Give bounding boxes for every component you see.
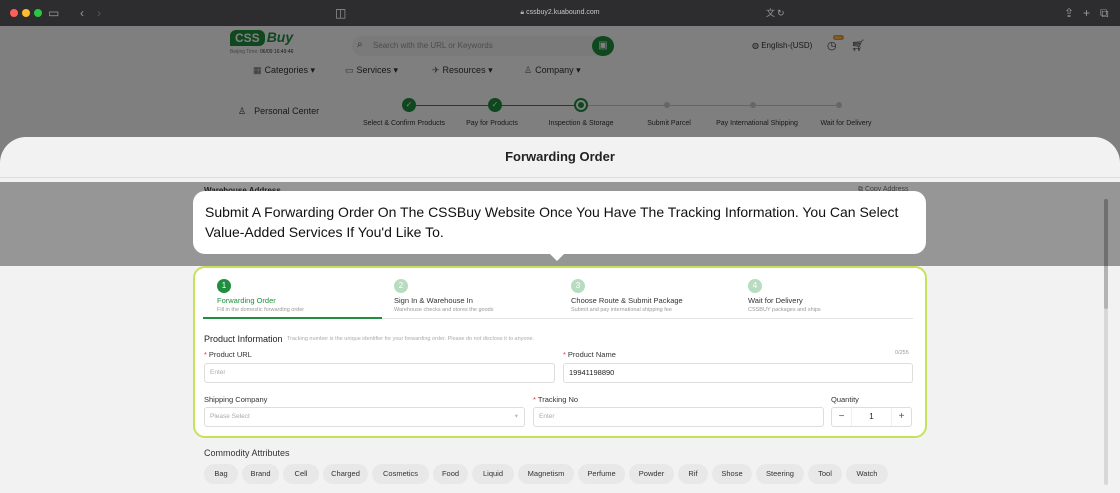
tracking-no-input[interactable]: Enter (533, 407, 824, 427)
step-description: Fill in the domestic forwarding order (217, 307, 305, 313)
step-description: Submit and pay international shipping fe… (571, 307, 672, 313)
form-step-4: 4 Wait for Delivery CSSBUY packages and … (748, 279, 918, 313)
forwarding-form-card: 1 Forwarding Order Fill in the domestic … (193, 266, 927, 438)
required-mark: * (204, 350, 207, 359)
product-name-input[interactable]: 19941198890 (563, 363, 913, 383)
step-number: 3 (571, 279, 585, 293)
form-step-3: 3 Choose Route & Submit Package Submit a… (571, 279, 741, 313)
tooltip-text: Submit A Forwarding Order On The CSSBuy … (205, 204, 899, 240)
minus-icon[interactable]: − (832, 408, 852, 426)
commodity-chip[interactable]: Powder (629, 464, 674, 484)
step-description: CSSBUY packages and ships (748, 307, 821, 313)
commodity-chip[interactable]: Rif (678, 464, 708, 484)
commodity-chip[interactable]: Steering (756, 464, 804, 484)
browser-toolbar: ▭ ‹ › ◫ 🔒︎ cssbuy2.kuabound.com 文 ↻ ⇪ + ⧉ (0, 0, 1120, 26)
reload-icon[interactable]: ↻ (777, 5, 785, 21)
modal-divider (0, 177, 1120, 178)
step-description: Warehouse checks and stores the goods (394, 307, 494, 313)
commodity-chip[interactable]: Cosmetics (372, 464, 429, 484)
required-mark: * (533, 395, 536, 404)
commodity-chip[interactable]: Shose (712, 464, 752, 484)
lock-icon: 🔒︎ (520, 9, 525, 16)
commodity-chip[interactable]: Cell (283, 464, 319, 484)
product-url-input[interactable]: Enter (204, 363, 555, 383)
commodity-attributes-heading: Commodity Attributes (204, 448, 290, 458)
tracking-no-label: * Tracking No (533, 395, 578, 404)
commodity-chip[interactable]: Liquid (472, 464, 514, 484)
shipping-company-select[interactable]: Please Select ▾ (204, 407, 525, 427)
step-title: Sign In & Warehouse In (394, 296, 473, 305)
product-information-note: Tracking number is the unique identifier… (287, 336, 535, 342)
step-number: 2 (394, 279, 408, 293)
commodity-chip[interactable]: Tool (808, 464, 842, 484)
step-title: Wait for Delivery (748, 296, 803, 305)
tracking-no-label-text: Tracking No (537, 395, 579, 404)
product-url-label: * Product URL (204, 350, 252, 359)
chevron-down-icon: ▾ (514, 413, 518, 420)
product-information-heading: Product Information (204, 334, 283, 344)
steps-track-active (203, 317, 382, 319)
step-title: Choose Route & Submit Package (571, 296, 683, 305)
product-url-label-text: Product URL (208, 350, 252, 359)
address-bar[interactable]: 🔒︎ cssbuy2.kuabound.com (0, 7, 1120, 19)
step-number: 4 (748, 279, 762, 293)
tutorial-tooltip: Submit A Forwarding Order On The CSSBuy … (193, 191, 926, 261)
translate-icon[interactable]: 文 (766, 5, 775, 21)
tab-overview-icon[interactable]: ⧉ (1100, 5, 1109, 21)
commodity-chip[interactable]: Magnetism (518, 464, 574, 484)
shipping-company-placeholder: Please Select (210, 413, 250, 420)
product-name-counter: 0/255 (895, 350, 909, 356)
form-step-1: 1 Forwarding Order Fill in the domestic … (217, 279, 387, 313)
shipping-company-label: Shipping Company (204, 395, 268, 404)
commodity-chip[interactable]: Perfume (578, 464, 625, 484)
quantity-stepper: − 1 + (831, 407, 912, 427)
commodity-chip[interactable]: Watch (846, 464, 888, 484)
plus-icon[interactable]: + (891, 408, 911, 426)
new-tab-icon[interactable]: + (1083, 5, 1090, 21)
commodity-chip[interactable]: Food (433, 464, 468, 484)
share-icon[interactable]: ⇪ (1064, 5, 1074, 21)
form-step-2: 2 Sign In & Warehouse In Warehouse check… (394, 279, 564, 313)
modal-title: Forwarding Order (505, 149, 615, 164)
commodity-chip[interactable]: Charged (323, 464, 368, 484)
commodity-chip[interactable]: Bag (204, 464, 238, 484)
quantity-value[interactable]: 1 (852, 408, 891, 426)
step-title: Forwarding Order (217, 296, 276, 305)
product-name-label-text: Product Name (567, 350, 616, 359)
url-text: cssbuy2.kuabound.com (526, 9, 600, 16)
required-mark: * (563, 350, 566, 359)
commodity-chip[interactable]: Brand (242, 464, 279, 484)
quantity-label: Quantity (831, 395, 859, 404)
step-number: 1 (217, 279, 231, 293)
product-name-label: * Product Name (563, 350, 616, 359)
